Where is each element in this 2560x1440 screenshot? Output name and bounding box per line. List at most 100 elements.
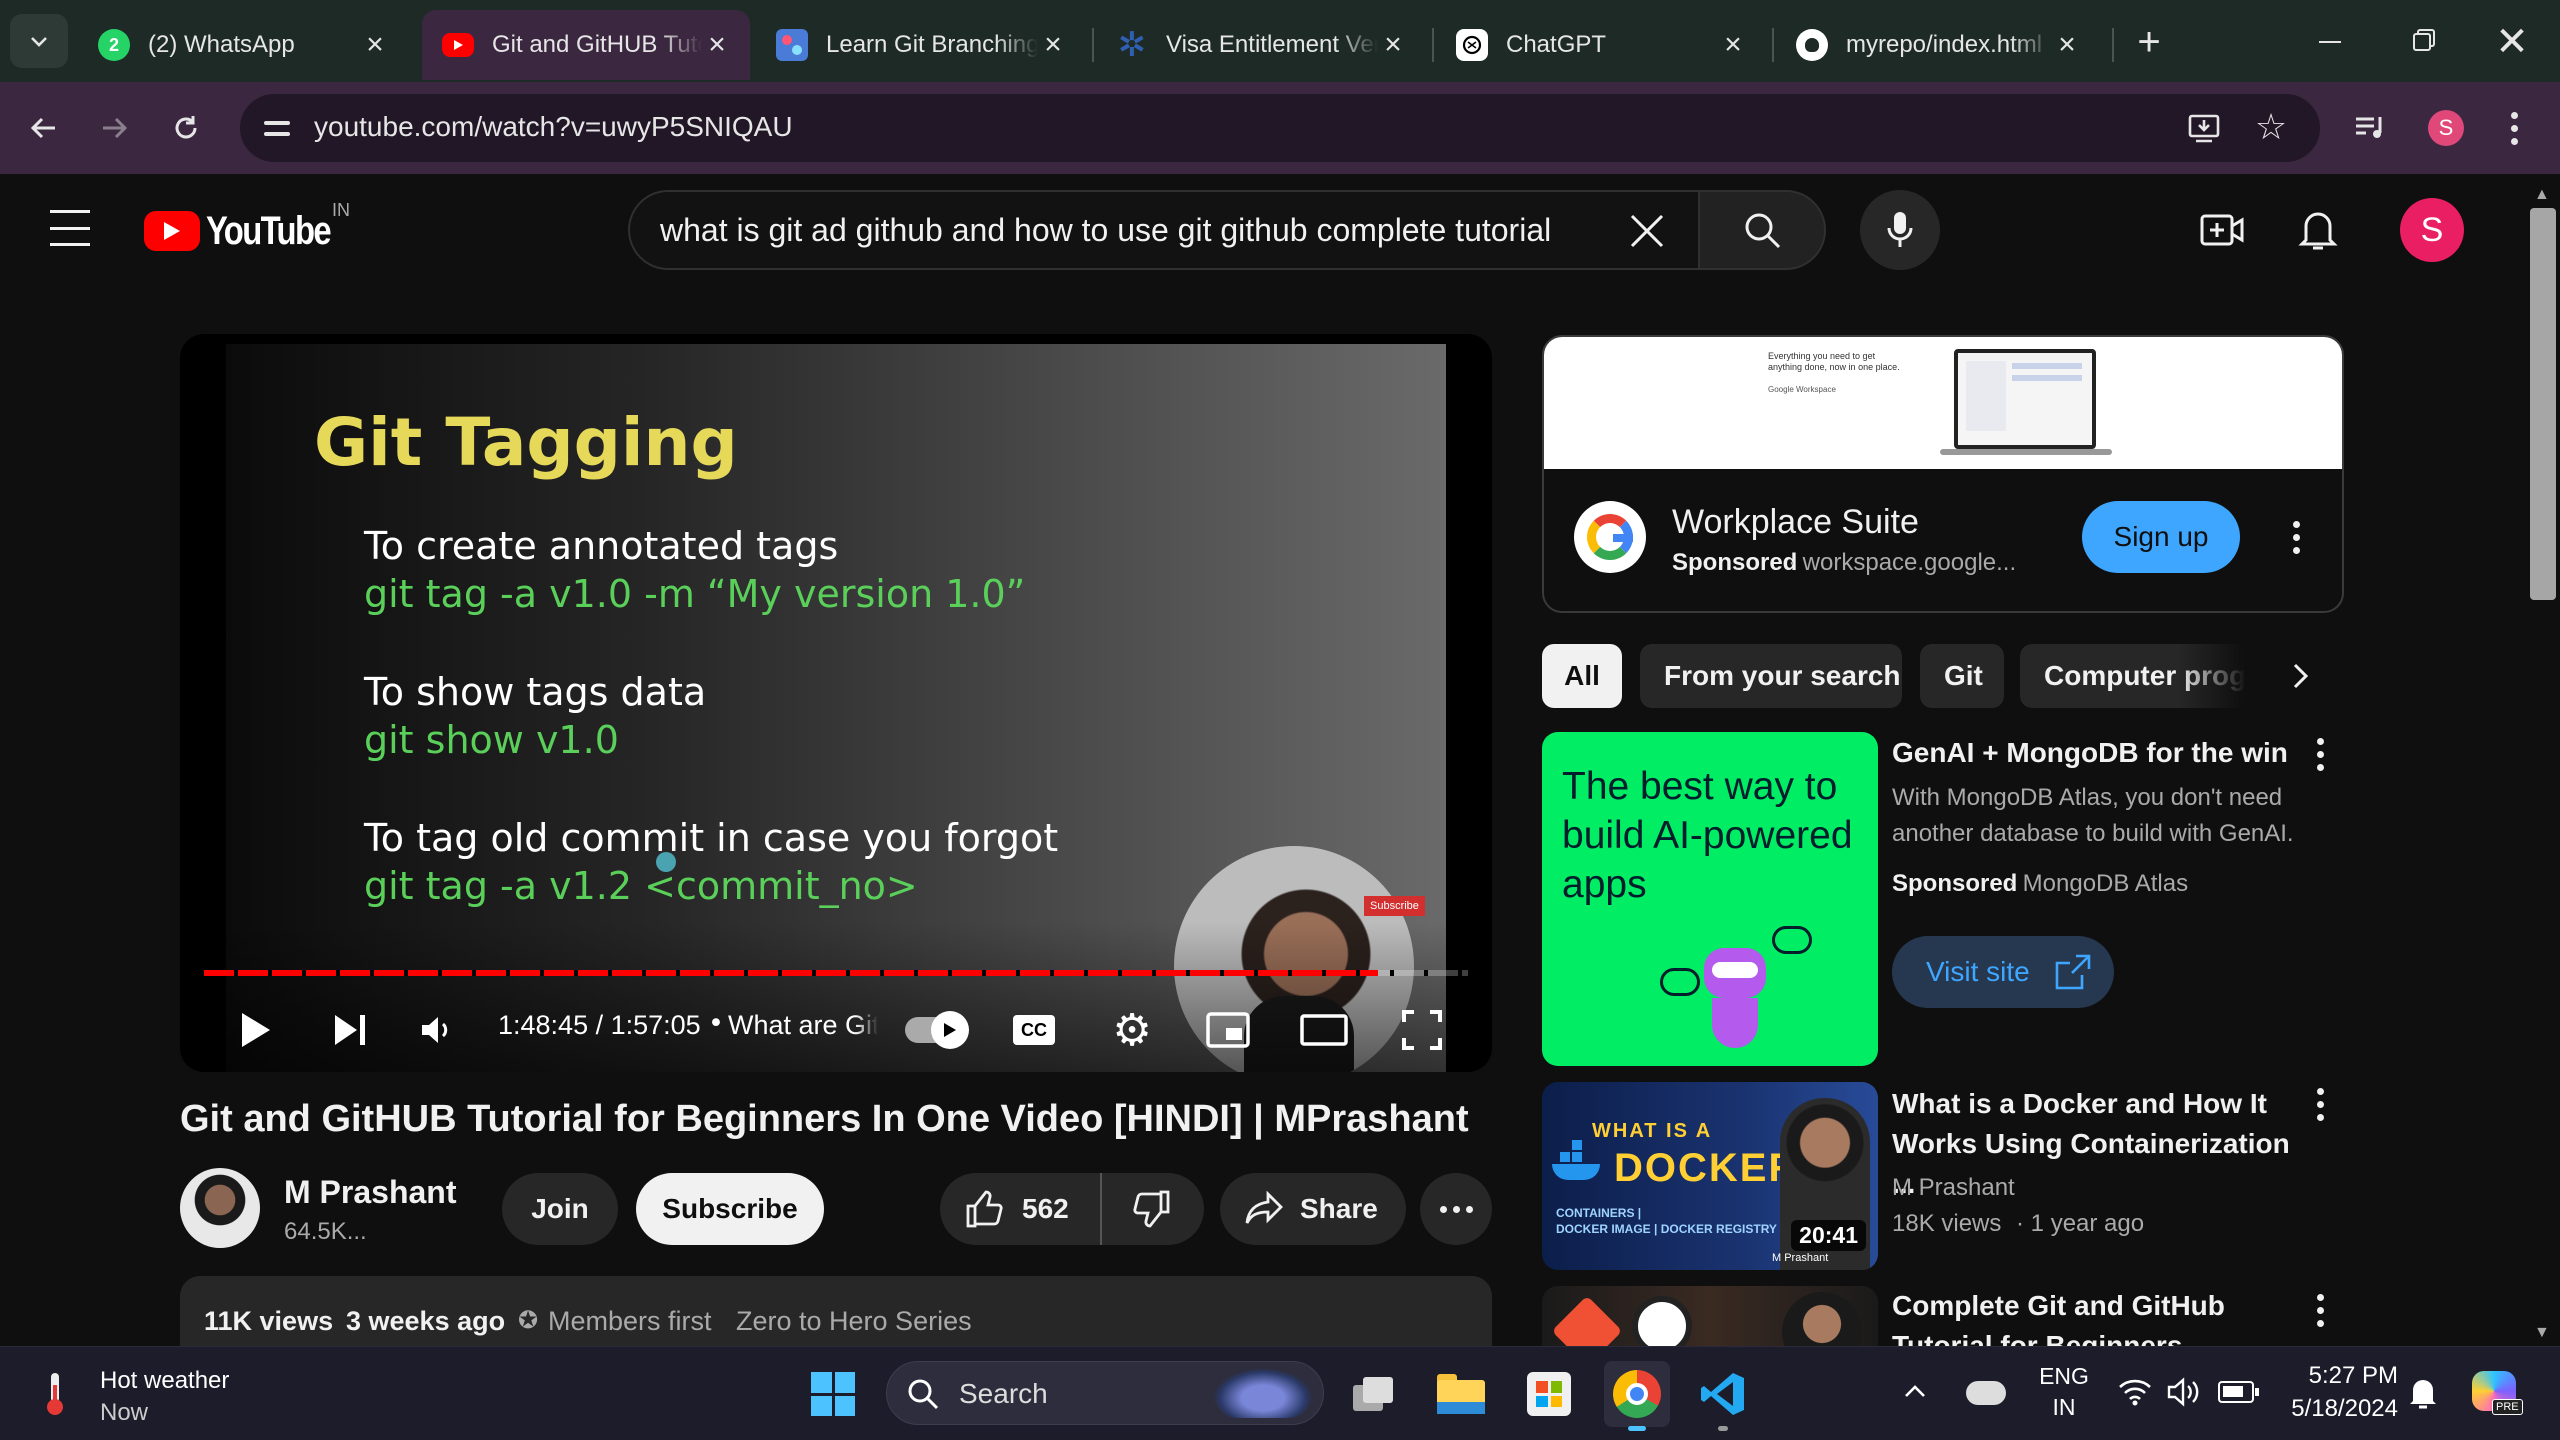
guide-menu-button[interactable] (50, 210, 90, 246)
captions-button[interactable]: CC (1004, 1000, 1064, 1060)
vscode-button[interactable] (1690, 1361, 1756, 1431)
battery-icon[interactable] (2218, 1381, 2259, 1403)
miniplayer-button[interactable] (1198, 1000, 1258, 1060)
channel-avatar[interactable] (180, 1168, 260, 1248)
weather-widget[interactable]: Hot weather Now (28, 1361, 258, 1427)
next-button[interactable] (320, 1000, 380, 1060)
file-explorer-button[interactable] (1428, 1361, 1494, 1427)
volume-icon[interactable] (2166, 1377, 2202, 1407)
tab-visa-entitlement[interactable]: ✲ Visa Entitlement Verification × (1096, 10, 1426, 80)
ad-signup-button[interactable]: Sign up (2082, 501, 2240, 573)
close-tab-icon[interactable]: × (1038, 30, 1068, 60)
series-tag[interactable]: Zero to Hero Series (736, 1306, 972, 1337)
chip-git[interactable]: Git (1920, 644, 2004, 708)
voice-search-button[interactable] (1860, 190, 1940, 270)
url-text[interactable]: youtube.com/watch?v=uwyP5SNIQAU (314, 111, 793, 143)
close-tab-icon[interactable]: × (2052, 30, 2082, 60)
rec-title[interactable]: Complete Git and GitHub Tutorial for Beg… (1892, 1286, 2302, 1346)
tab-whatsapp[interactable]: 2 (2) WhatsApp × (78, 10, 408, 80)
task-view-button[interactable] (1340, 1361, 1406, 1427)
tab-chatgpt[interactable]: ChatGPT × (1436, 10, 1766, 80)
more-actions-button[interactable] (1420, 1173, 1492, 1245)
like-button[interactable]: 562 (940, 1173, 1102, 1245)
rec-channel[interactable]: M Prashant (1892, 1172, 2015, 1204)
search-button[interactable] (1698, 190, 1826, 270)
taskbar-search[interactable]: Search (886, 1361, 1324, 1425)
ad-title[interactable]: Workplace Suite (1672, 503, 1919, 542)
settings-button[interactable]: ⚙ (1102, 1000, 1162, 1060)
rec-menu-button[interactable] (2300, 1290, 2340, 1330)
minimize-button[interactable] (2300, 20, 2360, 64)
copilot-button[interactable]: PRE (2470, 1367, 2526, 1421)
address-bar[interactable]: youtube.com/watch?v=uwyP5SNIQAU ☆ (240, 94, 2320, 162)
close-tab-icon[interactable]: × (1378, 30, 1408, 60)
dislike-button[interactable] (1102, 1173, 1202, 1245)
video-player[interactable]: Git Tagging To create annotated tags git… (180, 334, 1492, 1072)
clear-search-icon[interactable] (1626, 210, 1668, 252)
share-button[interactable]: Share (1220, 1173, 1406, 1245)
forward-button[interactable] (88, 102, 140, 154)
gear-icon: ✲ (1117, 26, 1147, 64)
tab-learn-git-branching[interactable]: Learn Git Branching × (756, 10, 1086, 80)
chrome-button[interactable] (1604, 1361, 1670, 1431)
new-tab-button[interactable]: + (2124, 20, 2174, 64)
tab-separator (1772, 28, 1774, 62)
profile-avatar[interactable]: S (2420, 102, 2472, 154)
start-button[interactable] (800, 1361, 866, 1427)
show-hidden-icons-button[interactable] (1900, 1377, 1936, 1413)
close-tab-icon[interactable]: × (702, 30, 732, 60)
scroll-up-icon[interactable]: ▲ (2534, 186, 2550, 204)
chips-next-button[interactable] (2276, 652, 2324, 700)
autoplay-toggle[interactable] (900, 1011, 972, 1049)
docker-video-thumbnail[interactable]: WHAT IS A DOCKER? CONTAINERS | DOCKER IM… (1542, 1082, 1878, 1270)
search-input[interactable]: what is git ad github and how to use git… (628, 190, 1698, 270)
tab-search-button[interactable] (10, 14, 68, 68)
chapter-title[interactable]: What are Git Tags (728, 1010, 878, 1041)
tab-youtube-git-tutorial[interactable]: Git and GitHUB Tutorial for Beginners × (422, 10, 750, 80)
scrollbar-thumb[interactable] (2530, 208, 2556, 600)
join-button[interactable]: Join (502, 1173, 618, 1245)
theater-mode-button[interactable] (1294, 1000, 1354, 1060)
rec-menu-button[interactable] (2300, 1084, 2340, 1124)
youtube-logo[interactable]: YouTube (144, 208, 357, 254)
rec-menu-button[interactable] (2300, 734, 2340, 774)
page-scrollbar[interactable]: ▲ ▼ (2526, 186, 2560, 1346)
scroll-down-icon[interactable]: ▼ (2534, 1324, 2550, 1342)
reload-button[interactable] (160, 102, 212, 154)
language-indicator[interactable]: ENG IN (2034, 1361, 2094, 1427)
mongodb-ad-thumbnail[interactable]: The best way to build AI-powered apps (1542, 732, 1878, 1066)
browser-menu-button[interactable] (2488, 102, 2540, 154)
chip-all[interactable]: All (1542, 644, 1622, 708)
microsoft-store-button[interactable] (1516, 1361, 1582, 1427)
site-info-icon[interactable] (260, 110, 296, 146)
channel-name[interactable]: M Prashant (284, 1174, 456, 1211)
onedrive-icon[interactable] (1966, 1381, 2006, 1405)
play-button[interactable] (226, 1000, 286, 1060)
account-avatar[interactable]: S (2400, 198, 2464, 262)
back-button[interactable] (18, 102, 70, 154)
chip-from-your-search[interactable]: From your search (1640, 644, 1902, 708)
restore-button[interactable] (2392, 20, 2452, 64)
close-tab-icon[interactable]: × (1718, 30, 1748, 60)
rec-title[interactable]: GenAI + MongoDB for the win (1892, 734, 2288, 772)
create-video-button[interactable] (2200, 210, 2244, 250)
ad-card[interactable]: Everything you need to get anything done… (1542, 335, 2344, 613)
install-app-icon[interactable] (2186, 110, 2222, 146)
bookmark-star-icon[interactable]: ☆ (2252, 108, 2290, 146)
wifi-icon[interactable] (2118, 1377, 2152, 1407)
mute-button[interactable] (406, 1000, 466, 1060)
chip-computer-programming[interactable]: Computer programming (2020, 644, 2246, 708)
fullscreen-button[interactable] (1392, 1000, 1452, 1060)
ad-menu-button[interactable] (2276, 517, 2316, 557)
notifications-button[interactable] (2298, 206, 2338, 252)
ad-banner[interactable]: Everything you need to get anything done… (1544, 337, 2342, 469)
close-tab-icon[interactable]: × (360, 30, 390, 60)
subscribe-button[interactable]: Subscribe (636, 1173, 824, 1245)
media-control-icon[interactable] (2344, 102, 2396, 154)
notifications-bell-icon[interactable] (2408, 1375, 2438, 1411)
tab-github-myrepo[interactable]: myrepo/index.html × (1776, 10, 2100, 80)
clock[interactable]: 5:27 PM 5/18/2024 (2270, 1359, 2398, 1429)
git-video-thumbnail[interactable] (1542, 1286, 1878, 1346)
close-window-button[interactable]: ✕ (2482, 20, 2542, 64)
visit-site-button[interactable]: Visit site (1892, 936, 2114, 1008)
